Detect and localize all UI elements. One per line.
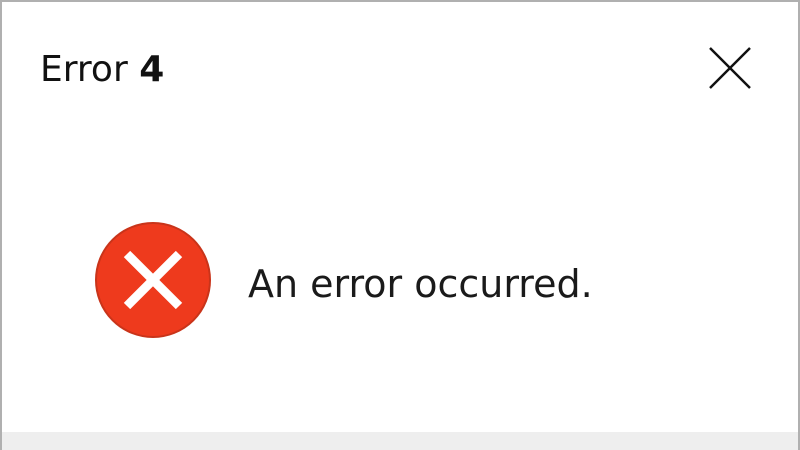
error-code: 4 [139, 49, 165, 90]
close-button[interactable] [702, 40, 758, 96]
dialog-title: Error 4 [40, 48, 164, 92]
error-message: An error occurred. [248, 262, 593, 306]
error-dialog: Error 4 An error occurred. [0, 0, 800, 450]
error-circle-x-icon [95, 222, 211, 338]
dialog-content: An error occurred. [2, 132, 798, 432]
close-icon [709, 47, 751, 89]
dialog-title-prefix: Error [40, 49, 128, 90]
dialog-footer [2, 432, 798, 450]
dialog-title-bar: Error 4 [2, 2, 798, 132]
